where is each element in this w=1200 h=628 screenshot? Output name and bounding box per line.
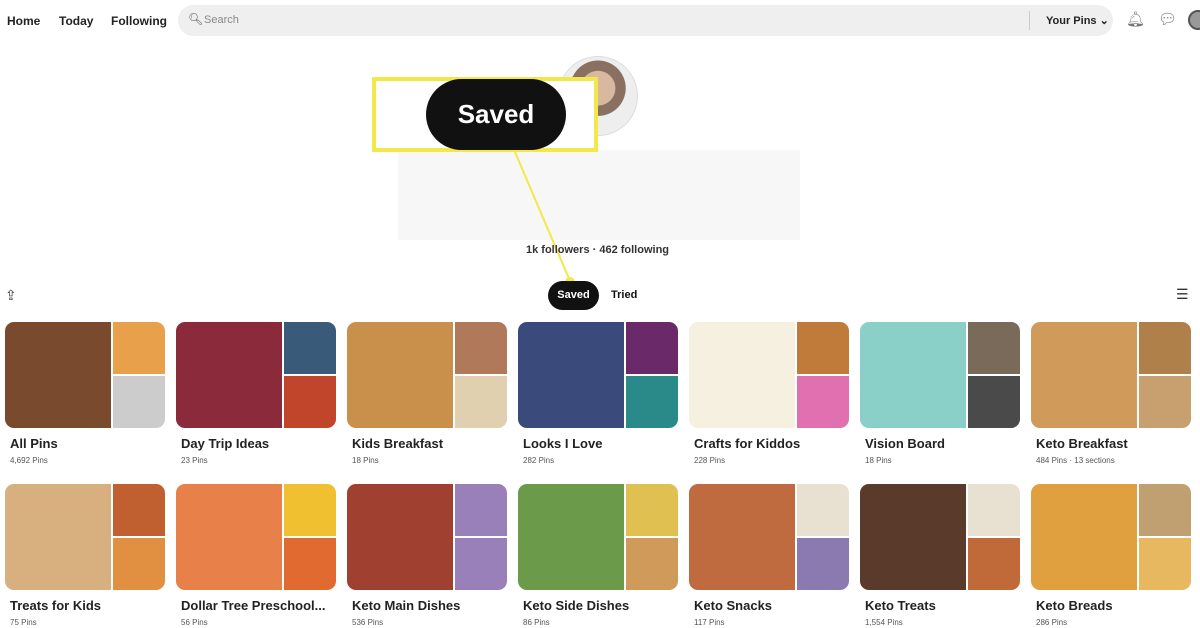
board-name: Dollar Tree Preschool... [181,598,326,613]
board-pin-count: 282 Pins [523,456,555,465]
board-preview-image [113,484,165,536]
board-preview-image [455,484,507,536]
board-pin-count: 1,554 Pins [865,618,903,627]
board-name: Crafts for Kiddos [694,436,801,451]
board-cover-image [860,322,966,428]
board-cover-image [347,322,453,428]
board-preview-image [284,322,336,374]
board-name: Kids Breakfast [352,436,444,451]
filter-settings-icon[interactable]: ☰ [1176,286,1189,303]
board-thumbnail[interactable] [689,484,849,590]
board-pin-count: 18 Pins [865,456,892,465]
board-preview-image [455,322,507,374]
board-preview-image [1139,484,1191,536]
board-name: Looks I Love [523,436,603,451]
board-name: Keto Breakfast [1036,436,1128,451]
board-preview-image [1139,376,1191,428]
board-name: Keto Main Dishes [352,598,461,613]
board-pin-count: 4,692 Pins [10,456,48,465]
board-preview-image [797,484,849,536]
board-name: All Pins [10,436,58,451]
tab-tried[interactable]: Tried [611,289,637,301]
board-thumbnail[interactable] [1031,322,1191,428]
board-pin-count: 117 Pins [694,618,725,627]
board-pin-count: 228 Pins [694,456,726,465]
follower-stats[interactable]: 1k followers · 462 following [0,244,1195,256]
board-name: Vision Board [865,436,945,451]
board-preview-image [968,376,1020,428]
board-cover-image [1031,322,1137,428]
board-thumbnail[interactable] [860,484,1020,590]
board-cover-image [689,322,795,428]
board-thumbnail[interactable] [689,322,849,428]
board-thumbnail[interactable] [347,322,507,428]
board-thumbnail[interactable] [176,484,336,590]
board-preview-image [1139,322,1191,374]
board-thumbnail[interactable] [518,484,678,590]
board-thumbnail[interactable] [347,484,507,590]
board-thumbnail[interactable] [5,322,165,428]
board-preview-image [284,538,336,590]
board-preview-image [113,538,165,590]
board-preview-image [626,322,678,374]
board-cover-image [176,484,282,590]
board-name: Treats for Kids [10,598,102,613]
board-cover-image [5,484,111,590]
board-preview-image [455,538,507,590]
board-thumbnail[interactable] [5,484,165,590]
board-pin-count: 86 Pins [523,618,550,627]
board-pin-count: 23 Pins [181,456,208,465]
board-pin-count: 75 Pins [10,618,37,627]
board-preview-image [797,538,849,590]
board-preview-image [1139,538,1191,590]
board-thumbnail[interactable] [176,322,336,428]
board-preview-image [284,484,336,536]
board-preview-image [968,538,1020,590]
board-preview-image [455,376,507,428]
board-name: Keto Breads [1036,598,1113,613]
board-preview-image [968,322,1020,374]
tab-saved[interactable]: Saved [548,281,599,310]
board-pin-count: 56 Pins [181,618,208,627]
board-preview-image [113,376,165,428]
board-cover-image [1031,484,1137,590]
board-pin-count: 484 Pins · 13 sections [1036,456,1115,465]
board-pin-count: 286 Pins [1036,618,1068,627]
board-cover-image [5,322,111,428]
board-thumbnail[interactable] [518,322,678,428]
board-preview-image [113,322,165,374]
board-name: Keto Treats [865,598,936,613]
board-thumbnail[interactable] [1031,484,1191,590]
board-cover-image [518,322,624,428]
board-preview-image [626,538,678,590]
board-cover-image [347,484,453,590]
board-preview-image [626,376,678,428]
board-name: Keto Snacks [694,598,773,613]
board-pin-count: 536 Pins [352,618,384,627]
board-name: Day Trip Ideas [181,436,270,451]
board-name: Keto Side Dishes [523,598,630,613]
board-cover-image [860,484,966,590]
board-cover-image [689,484,795,590]
board-preview-image [284,376,336,428]
share-icon[interactable]: ⇪ [5,287,17,304]
board-thumbnail[interactable] [860,322,1020,428]
board-cover-image [176,322,282,428]
board-preview-image [626,484,678,536]
board-preview-image [797,376,849,428]
board-cover-image [518,484,624,590]
board-preview-image [968,484,1020,536]
board-preview-image [797,322,849,374]
board-pin-count: 18 Pins [352,456,379,465]
